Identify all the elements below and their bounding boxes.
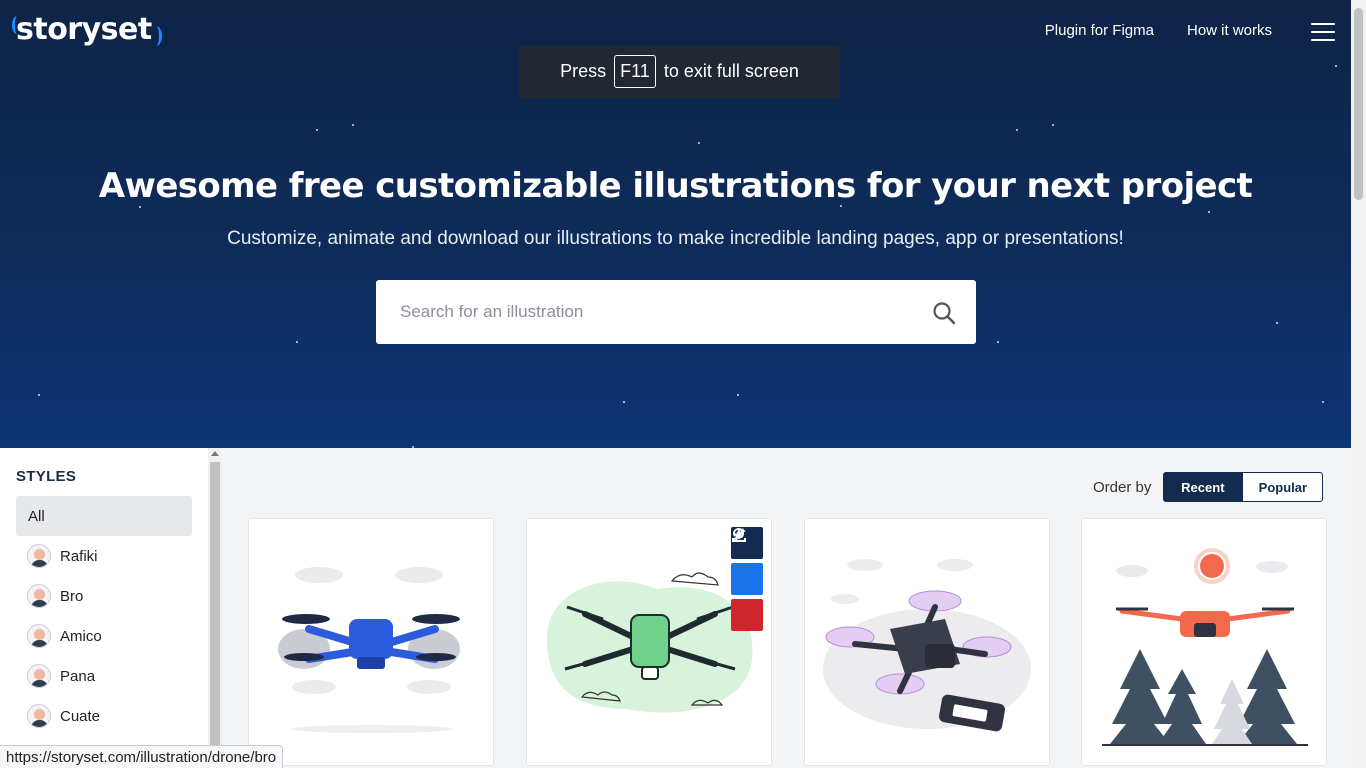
- logo-text: storyset: [16, 12, 152, 47]
- drone-illustration: [1102, 548, 1308, 746]
- top-nav: Plugin for Figma How it works: [1045, 22, 1272, 39]
- fullscreen-toast: Press F11 to exit full screen: [519, 45, 840, 98]
- search-input[interactable]: [376, 280, 916, 344]
- avatar: [27, 664, 51, 688]
- order-recent-button[interactable]: Recent: [1163, 472, 1243, 502]
- toast-pre: Press: [560, 61, 607, 81]
- logo-arc-left: [12, 16, 22, 34]
- illustration-card-purple-drone[interactable]: [804, 518, 1050, 766]
- star-dot: [997, 341, 999, 343]
- card-actions: [731, 527, 763, 631]
- styles-sidebar: STYLES All Rafiki Bro Amico Pana Cuate: [0, 448, 208, 768]
- star-dot: [1016, 129, 1018, 131]
- illustration-card-green-drone[interactable]: [526, 518, 772, 766]
- toast-post: to exit full screen: [663, 61, 799, 81]
- page-scrollbar[interactable]: [1351, 0, 1366, 768]
- star-dot: [352, 124, 354, 126]
- style-filter-label: Cuate: [60, 707, 101, 725]
- drone-illustration: [823, 559, 1031, 732]
- star-dot: [1208, 211, 1210, 213]
- avatar: [27, 544, 51, 568]
- status-bar-url: https://storyset.com/illustration/drone/…: [0, 745, 284, 768]
- logo-arc-right: [150, 26, 162, 46]
- star-dot: [38, 394, 40, 396]
- style-filter-label: All: [28, 507, 45, 525]
- download-icon[interactable]: [731, 529, 763, 595]
- star-dot: [296, 341, 298, 343]
- hamburger-menu-icon[interactable]: [1311, 23, 1335, 41]
- order-by-label: Order by: [1093, 478, 1152, 496]
- style-filter-label: Amico: [60, 627, 102, 645]
- sidebar-scrollbar[interactable]: [208, 448, 222, 768]
- sidebar-scrollbar-thumb[interactable]: [210, 462, 220, 768]
- page-scrollbar-thumb[interactable]: [1354, 8, 1363, 200]
- nav-how-it-works[interactable]: How it works: [1187, 22, 1272, 39]
- illustration-card-blue-drone[interactable]: [248, 518, 494, 766]
- style-filter-cuate[interactable]: Cuate: [16, 696, 192, 736]
- style-filter-label: Rafiki: [60, 547, 98, 565]
- star-dot: [1335, 65, 1337, 67]
- storyset-logo[interactable]: storyset: [12, 12, 162, 47]
- hero-banner: storyset Plugin for Figma How it works P…: [0, 0, 1351, 448]
- star-dot: [1322, 401, 1324, 403]
- style-filter-pana[interactable]: Pana: [16, 656, 192, 696]
- style-filter-bro[interactable]: Bro: [16, 576, 192, 616]
- style-filter-amico[interactable]: Amico: [16, 616, 192, 656]
- pinterest-icon[interactable]: [731, 528, 763, 631]
- style-filter-rafiki[interactable]: Rafiki: [16, 536, 192, 576]
- star-dot: [1052, 124, 1054, 126]
- search-box: [376, 280, 976, 344]
- avatar: [27, 704, 51, 728]
- star-dot: [737, 394, 739, 396]
- star-dot: [623, 401, 625, 403]
- hero-subtitle: Customize, animate and download our illu…: [227, 228, 1124, 249]
- style-filter-label: Bro: [60, 587, 84, 605]
- star-dot: [1276, 322, 1278, 324]
- drone-illustration: [278, 567, 460, 733]
- star-dot: [139, 206, 141, 208]
- illustration-card-orange-drone[interactable]: [1081, 518, 1327, 766]
- style-filter-all[interactable]: All: [16, 496, 192, 536]
- order-popular-button[interactable]: Popular: [1242, 472, 1324, 502]
- avatar: [27, 624, 51, 648]
- styles-heading: STYLES: [16, 468, 77, 485]
- nav-plugin-figma[interactable]: Plugin for Figma: [1045, 22, 1154, 39]
- hero-title: Awesome free customizable illustrations …: [98, 166, 1253, 206]
- star-dot: [412, 446, 414, 448]
- search-icon[interactable]: [932, 301, 956, 325]
- star-dot: [698, 142, 700, 144]
- toast-key: F11: [614, 55, 656, 88]
- star-dot: [316, 129, 318, 131]
- style-filter-label: Pana: [60, 667, 96, 685]
- order-by: Order by Recent Popular: [1093, 472, 1324, 502]
- scroll-up-arrow-icon[interactable]: [211, 451, 219, 456]
- avatar: [27, 584, 51, 608]
